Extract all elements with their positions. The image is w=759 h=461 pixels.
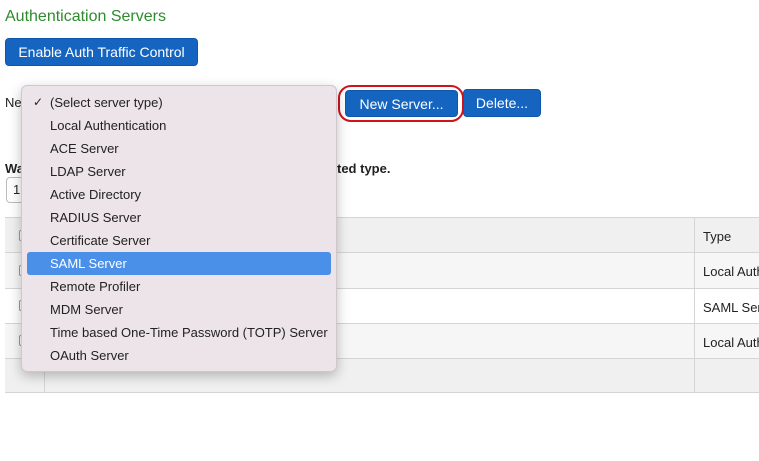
option-ldap-server[interactable]: LDAP Server <box>27 160 331 183</box>
new-label-partial: Ne <box>5 95 22 110</box>
new-server-button[interactable]: New Server... <box>345 90 458 117</box>
delete-button[interactable]: Delete... <box>463 89 541 117</box>
warning-text-suffix: ted type. <box>337 161 391 176</box>
row-type: Local Auth <box>703 335 759 350</box>
row-type: Local Auth <box>703 264 759 279</box>
option-ace-server[interactable]: ACE Server <box>27 137 331 160</box>
row-type: SAML Ser <box>703 300 759 315</box>
option-saml-server[interactable]: SAML Server <box>27 252 331 275</box>
checkmark-icon: ✓ <box>33 95 44 109</box>
option-certificate-server[interactable]: Certificate Server <box>27 229 331 252</box>
page-title: Authentication Servers <box>5 8 166 25</box>
option-totp-server[interactable]: Time based One-Time Password (TOTP) Serv… <box>27 321 331 344</box>
option-select-server-type[interactable]: ✓ (Select server type) <box>27 91 331 114</box>
option-local-authentication[interactable]: Local Authentication <box>27 114 331 137</box>
option-radius-server[interactable]: RADIUS Server <box>27 206 331 229</box>
option-oauth-server[interactable]: OAuth Server <box>27 344 331 367</box>
option-remote-profiler[interactable]: Remote Profiler <box>27 275 331 298</box>
option-active-directory[interactable]: Active Directory <box>27 183 331 206</box>
type-column-header[interactable]: Type <box>703 229 731 244</box>
enable-auth-traffic-control-button[interactable]: Enable Auth Traffic Control <box>5 38 198 66</box>
server-type-dropdown-menu[interactable]: ✓ (Select server type) Local Authenticat… <box>21 85 337 372</box>
option-mdm-server[interactable]: MDM Server <box>27 298 331 321</box>
